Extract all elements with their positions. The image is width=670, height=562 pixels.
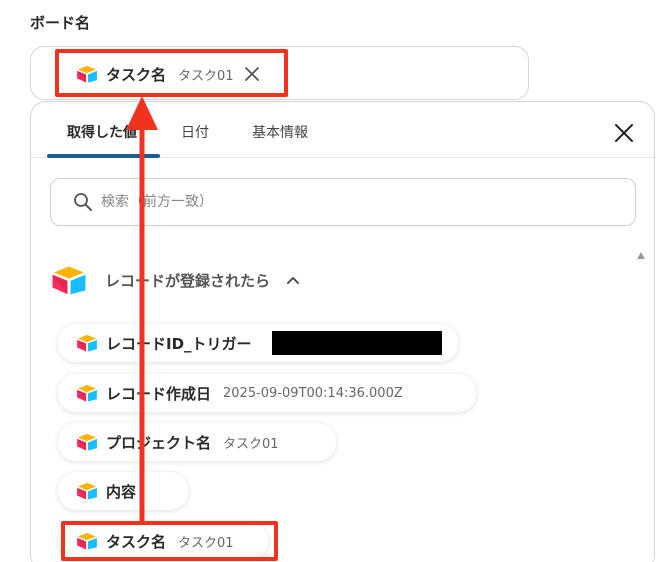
item-name: レコード作成日 xyxy=(106,384,212,403)
tab-date[interactable]: 日付 xyxy=(181,122,209,142)
list-item-content[interactable]: 内容 xyxy=(58,472,188,510)
group-title: レコードが登録されたら xyxy=(105,271,271,290)
airtable-logo-icon xyxy=(76,384,98,402)
search-input-box[interactable] xyxy=(50,178,636,226)
item-value: 2025-09-09T00:14:36.000Z xyxy=(223,385,403,401)
scroll-up-icon[interactable] xyxy=(637,252,645,259)
search-input[interactable] xyxy=(101,194,581,210)
item-name: レコードID_トリガー xyxy=(106,334,252,353)
active-tab-indicator xyxy=(47,154,160,158)
airtable-logo-icon xyxy=(76,334,98,352)
tab-retrieved-values[interactable]: 取得した値 xyxy=(67,122,137,142)
list-item-created-date[interactable]: レコード作成日 2025-09-09T00:14:36.000Z xyxy=(58,374,476,412)
tab-basic-info[interactable]: 基本情報 xyxy=(252,122,308,142)
chevron-up-icon[interactable] xyxy=(286,275,300,285)
redacted-value xyxy=(271,331,442,355)
close-icon[interactable] xyxy=(613,122,635,144)
list-item-project-name[interactable]: プロジェクト名 タスク01 xyxy=(58,423,336,461)
airtable-logo-icon xyxy=(51,265,87,295)
airtable-logo-icon xyxy=(76,433,98,451)
highlight-selected-box xyxy=(55,49,288,97)
item-name: プロジェクト名 xyxy=(106,433,212,452)
search-icon xyxy=(74,193,92,211)
list-item-record-id[interactable]: レコードID_トリガー xyxy=(58,324,458,362)
item-name: 内容 xyxy=(106,482,137,501)
trigger-group-header[interactable]: レコードが登録されたら xyxy=(51,265,300,295)
picker-tabs: 取得した値 日付 基本情報 xyxy=(31,102,654,158)
airtable-logo-icon xyxy=(76,482,98,500)
board-name-label: ボード名 xyxy=(30,14,91,32)
item-value: タスク01 xyxy=(223,436,279,452)
highlight-source-box xyxy=(61,521,278,561)
